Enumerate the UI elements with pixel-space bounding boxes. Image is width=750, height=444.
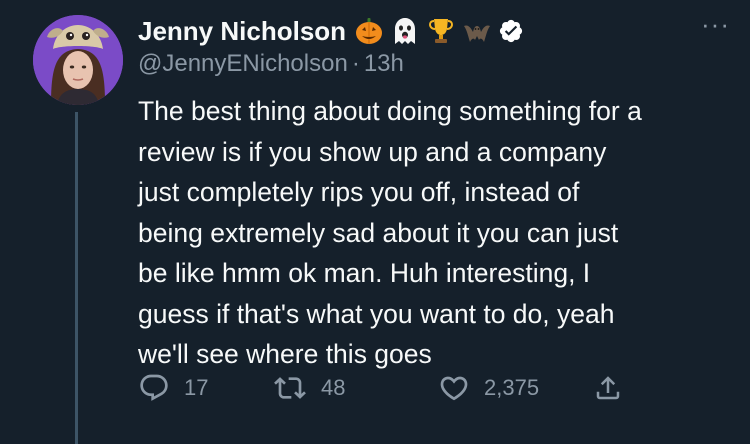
avatar-image (33, 15, 123, 105)
heart-icon (440, 376, 468, 401)
retweet-count: 48 (321, 375, 346, 400)
like-button[interactable]: 2,375 (438, 372, 539, 404)
handle-separator: · (351, 50, 360, 77)
share-button[interactable] (593, 372, 623, 404)
author-handle-row: @JennyENicholson · 13h (138, 50, 404, 78)
tweet-timestamp[interactable]: 13h (364, 50, 404, 78)
retweet-button[interactable]: 48 (273, 372, 345, 404)
author-handle[interactable]: @JennyENicholson (138, 50, 348, 78)
tweet-text: The best thing about doing something for… (138, 96, 642, 369)
retweet-icon (274, 377, 306, 399)
reply-button[interactable]: 17 (138, 372, 208, 404)
more-options-button[interactable]: ··· (701, 11, 730, 37)
reply-count: 17 (184, 375, 209, 400)
tweet-card[interactable]: Jenny Nicholson @JennyENicholson · 13h ·… (0, 0, 750, 444)
thread-line (75, 112, 78, 444)
tweet-actions-bar: 17 48 2,375 (138, 372, 638, 408)
author-name-row: Jenny Nicholson (138, 11, 530, 51)
bat-emoji (464, 25, 491, 42)
jack-o-lantern-emoji (356, 18, 383, 44)
verified-badge-icon (499, 19, 523, 43)
trophy-emoji (429, 19, 454, 43)
avatar[interactable] (33, 15, 123, 105)
like-count: 2,375 (484, 375, 540, 400)
share-icon (596, 376, 620, 400)
author-display-name[interactable]: Jenny Nicholson (138, 16, 346, 47)
reply-icon (140, 374, 168, 401)
ghost-emoji (395, 18, 416, 44)
